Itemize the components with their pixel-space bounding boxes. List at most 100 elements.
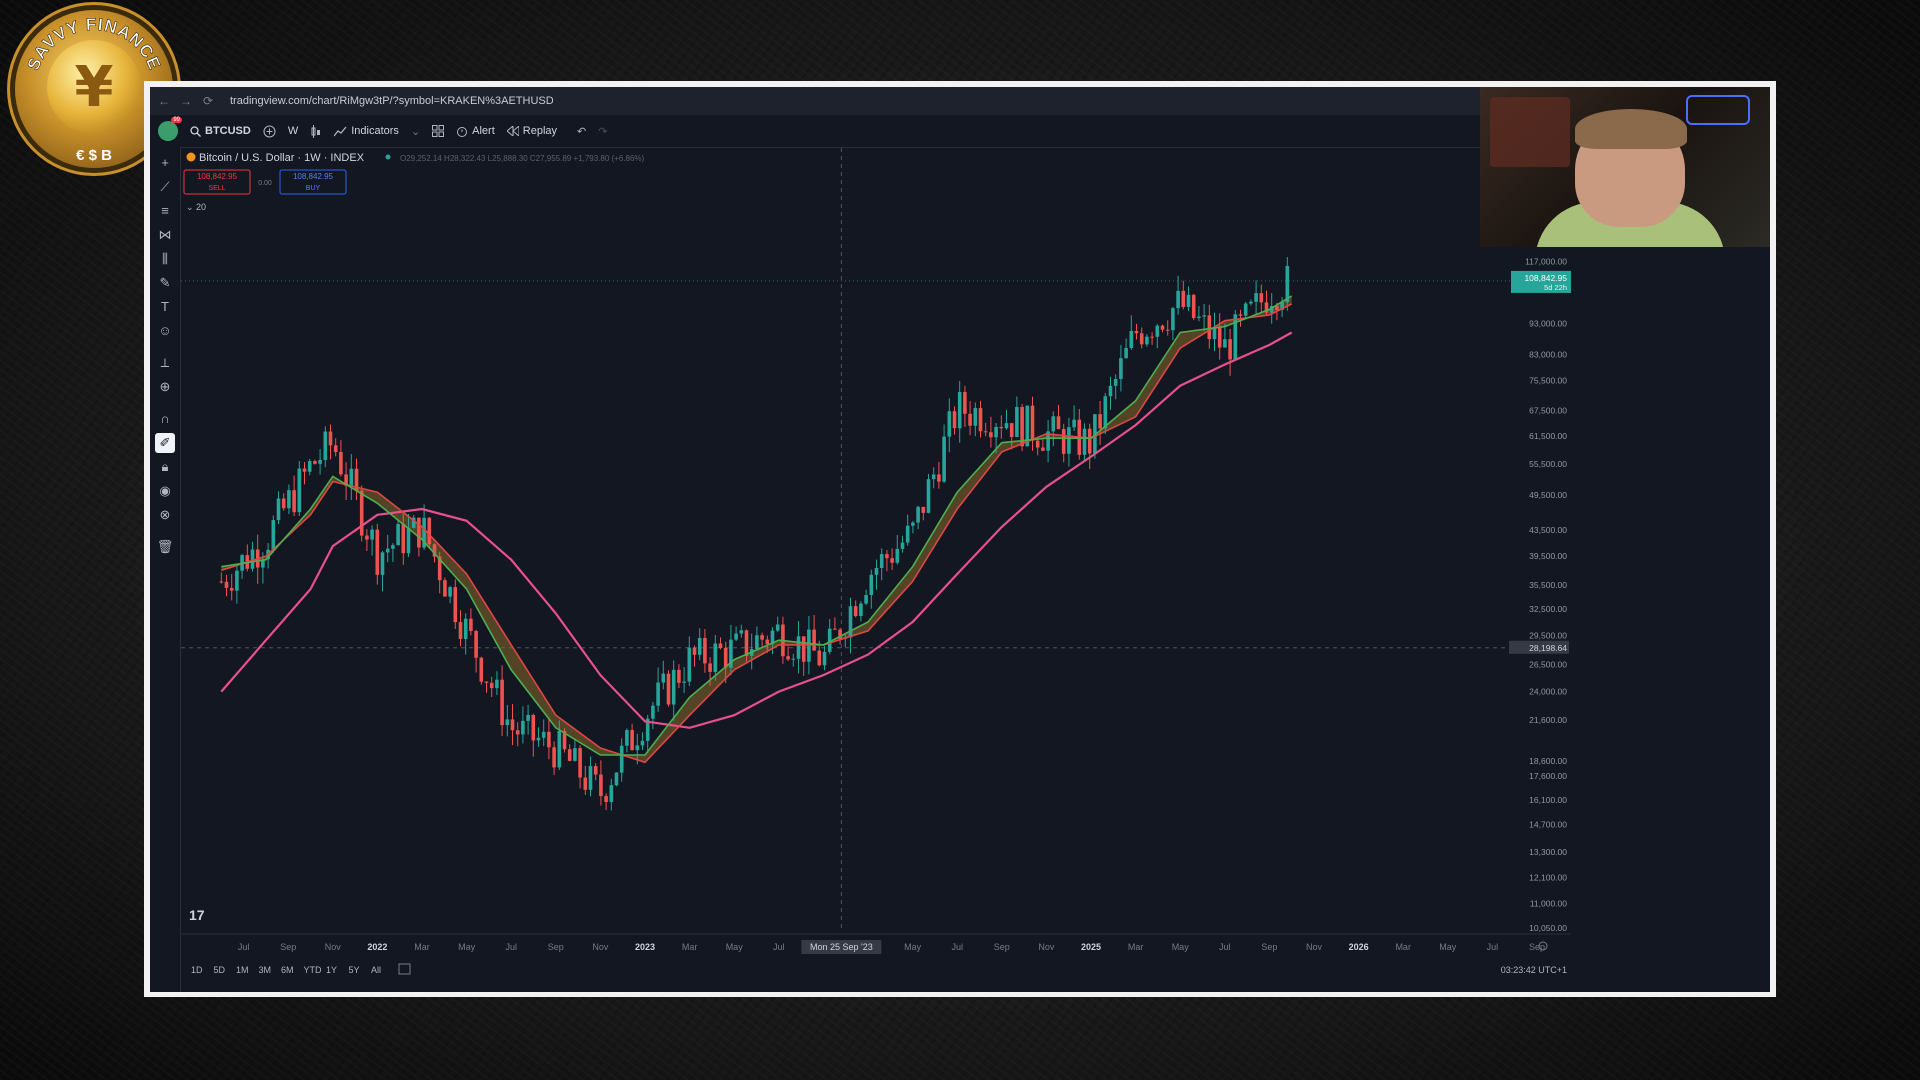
buy-price: 108,842.95 bbox=[293, 172, 334, 181]
candle-body bbox=[1119, 358, 1123, 380]
price-axis-label: 117,000.00 bbox=[1525, 256, 1567, 266]
candle-body bbox=[1139, 333, 1144, 345]
candle-body bbox=[510, 719, 515, 731]
indicator-collapse-toggle[interactable]: ⌄ 20 bbox=[186, 202, 206, 212]
interval-button[interactable]: W bbox=[288, 125, 298, 137]
time-axis-label: 2023 bbox=[635, 942, 655, 952]
range-button-1m[interactable]: 1M bbox=[236, 965, 249, 975]
trash-icon[interactable]: 🗑︎ bbox=[155, 537, 175, 557]
candle-body bbox=[656, 682, 660, 706]
eye-icon[interactable]: ◉ bbox=[155, 481, 175, 501]
candle-body bbox=[1145, 336, 1149, 345]
candle-body bbox=[989, 432, 993, 438]
crosshair-icon[interactable]: + bbox=[155, 153, 175, 173]
search-icon bbox=[190, 125, 201, 137]
candle-body bbox=[484, 681, 489, 683]
candle-body bbox=[1233, 314, 1238, 360]
candle-body bbox=[458, 622, 463, 639]
magnet-icon[interactable]: ∩ bbox=[155, 409, 175, 429]
forward-icon[interactable]: → bbox=[178, 94, 194, 108]
candle-body bbox=[536, 737, 541, 741]
text-icon[interactable]: T bbox=[155, 297, 175, 317]
market-open-dot bbox=[385, 154, 391, 160]
candle-body bbox=[630, 730, 634, 751]
time-axis-label: Mar bbox=[1128, 942, 1144, 952]
compare-button[interactable] bbox=[263, 125, 276, 138]
candle-body bbox=[723, 647, 728, 668]
candle-body bbox=[697, 637, 702, 655]
candle-body bbox=[786, 656, 790, 660]
candle-body bbox=[1082, 428, 1087, 455]
legend-ohlc: O29,252.14 H28,322.43 L25,888.30 C27,955… bbox=[400, 154, 645, 163]
lock-icon[interactable]: 🔒︎ bbox=[155, 457, 175, 477]
chart-toolbar: 99 BTCUSD W Indicators ⌄ Alert Replay ↶ … bbox=[150, 115, 1480, 148]
candle-body bbox=[1160, 325, 1165, 330]
candle-body bbox=[1098, 414, 1102, 429]
candle-body bbox=[671, 669, 676, 705]
candle-body bbox=[1197, 316, 1201, 319]
candle-body bbox=[879, 554, 884, 568]
range-button-all[interactable]: All bbox=[371, 965, 381, 975]
pattern-icon[interactable]: ⋈ bbox=[155, 225, 175, 245]
undo-button[interactable]: ↶ bbox=[577, 125, 586, 138]
price-axis-label: 32,500.00 bbox=[1529, 604, 1567, 614]
layouts-button[interactable] bbox=[432, 125, 445, 137]
price-chart[interactable]: Bitcoin / U.S. Dollar · 1W · INDEX O29,25… bbox=[181, 148, 1770, 992]
candle-body bbox=[250, 549, 255, 569]
candle-body bbox=[313, 461, 317, 464]
drawing-mode-icon[interactable]: ✐ bbox=[155, 433, 175, 453]
symbol-search-button[interactable]: BTCUSD bbox=[190, 125, 251, 137]
price-axis-label: 55,500.00 bbox=[1529, 459, 1567, 469]
range-button-ytd[interactable]: YTD bbox=[304, 965, 323, 975]
forecast-icon[interactable]: ⫼ bbox=[155, 249, 175, 269]
time-axis-label: May bbox=[726, 942, 744, 952]
rewind-icon bbox=[506, 126, 519, 136]
range-button-5d[interactable]: 5D bbox=[214, 965, 226, 975]
candle-body bbox=[609, 785, 614, 803]
range-button-3m[interactable]: 3M bbox=[259, 965, 272, 975]
buy-label: BUY bbox=[306, 185, 321, 192]
candle-body bbox=[708, 663, 712, 672]
range-button-1d[interactable]: 1D bbox=[191, 965, 203, 975]
candle-body bbox=[583, 777, 588, 790]
candle-body bbox=[1103, 396, 1108, 429]
price-axis-label: 83,000.00 bbox=[1529, 350, 1567, 360]
range-button-5y[interactable]: 5Y bbox=[349, 965, 360, 975]
ruler-icon[interactable]: ⟂ bbox=[155, 353, 175, 373]
back-icon[interactable]: ← bbox=[156, 94, 172, 108]
indicators-button[interactable]: Indicators ⌄ bbox=[334, 125, 420, 138]
candle-body bbox=[874, 567, 879, 575]
address-input[interactable]: tradingview.com/chart/RiMgw3tP/?symbol=K… bbox=[230, 95, 554, 107]
candle-body bbox=[999, 426, 1004, 429]
replay-button[interactable]: Replay bbox=[506, 125, 557, 137]
price-axis-label: 10,050.00 bbox=[1529, 923, 1567, 933]
candle-body bbox=[370, 529, 374, 540]
chart-type-button[interactable] bbox=[310, 124, 322, 138]
alert-button[interactable]: Alert bbox=[456, 125, 495, 137]
candle-body bbox=[1035, 440, 1040, 448]
candle-body bbox=[1072, 419, 1076, 428]
redo-button[interactable]: ↷ bbox=[598, 125, 607, 138]
range-button-1y[interactable]: 1Y bbox=[326, 965, 337, 975]
current-price-countdown: 5d 22h bbox=[1544, 283, 1567, 292]
time-axis-label: Nov bbox=[1306, 942, 1323, 952]
reload-icon[interactable]: ⟳ bbox=[200, 94, 216, 108]
candle-body bbox=[885, 554, 889, 559]
candle-body bbox=[1051, 416, 1056, 432]
candle-body bbox=[1124, 348, 1128, 359]
candle-body bbox=[640, 740, 645, 746]
zoom-in-icon[interactable]: ⊕ bbox=[155, 377, 175, 397]
chart-area[interactable]: Bitcoin / U.S. Dollar · 1W · INDEX O29,25… bbox=[181, 148, 1770, 992]
candle-body bbox=[469, 618, 473, 632]
horizontal-lines-icon[interactable]: ≡ bbox=[155, 201, 175, 221]
candle-body bbox=[614, 772, 619, 786]
globe-icon[interactable]: ⊗ bbox=[155, 505, 175, 525]
trend-line-icon[interactable]: ⟋ bbox=[155, 177, 175, 197]
time-axis-label: Jul bbox=[1487, 942, 1499, 952]
user-avatar[interactable]: 99 bbox=[158, 117, 182, 141]
emoji-icon[interactable]: ☺ bbox=[155, 321, 175, 341]
brush-icon[interactable]: ✎ bbox=[155, 273, 175, 293]
range-button-6m[interactable]: 6M bbox=[281, 965, 294, 975]
price-axis-label: 18,600.00 bbox=[1529, 756, 1567, 766]
candle-body bbox=[1259, 293, 1264, 303]
